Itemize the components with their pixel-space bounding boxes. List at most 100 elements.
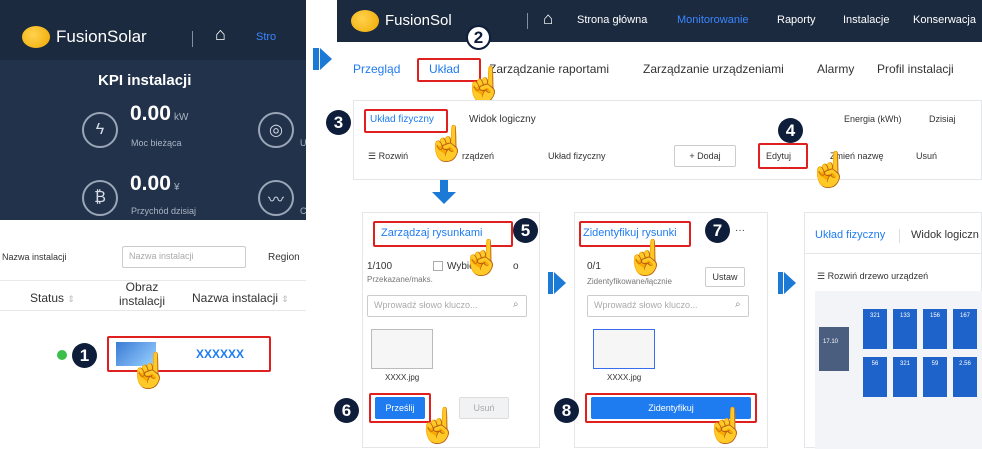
tab-layout[interactable]: Układ [429,62,460,76]
search-icon-2[interactable]: ⌕ [735,299,741,310]
set-button[interactable]: Ustaw [705,267,745,287]
delete-button[interactable]: Usuń [916,151,937,161]
table-divider-2 [0,310,306,311]
subtab-physical[interactable]: Układ fizyczny [370,114,434,125]
tab-alarms[interactable]: Alarmy [817,62,854,76]
module-value: 321 [869,313,880,319]
step-4-badge: 4 [778,118,803,143]
manage-title: Zarządzaj rysunkami [381,227,483,239]
power-label: Moc bieżąca [131,138,182,148]
home-icon-2[interactable]: ⌂ [543,9,553,29]
module-tile[interactable]: 2.56 [953,357,977,397]
layout-toolbar-panel: Układ fizyczny Widok logiczny Energia (k… [353,100,982,187]
status-dot [57,350,67,360]
identify-search-input[interactable]: Wprowadź słowo kluczo... [587,295,749,317]
result-expand-tree[interactable]: ☰ Rozwiń drzewo urządzeń [817,271,928,282]
nav-home-partial[interactable]: Stro [256,31,276,43]
expand-label: Rozwiń [378,151,409,161]
sort-icon[interactable]: ⇕ [67,294,75,304]
module-value: 56 [871,361,879,367]
brand-name: FusionSolar [56,27,147,46]
module-tile[interactable]: 59 [923,357,947,397]
power-unit: kW [173,112,189,123]
module-tile[interactable]: 156 [923,309,947,349]
side-label2-partial: C [300,206,307,216]
module-value: 59 [931,361,939,367]
hand-pointer-icon-6: ☝ [417,407,460,445]
module-value: 167 [959,313,970,319]
add-button[interactable]: + Dodaj [674,145,736,167]
identify-title: Zidentyfikuj rysunki [583,227,677,239]
target-icon: ◎ [258,112,294,148]
flow-arrow-icon-3 [784,272,796,294]
module-tile[interactable]: 167 [953,309,977,349]
flow-arrow-bar [313,48,319,70]
nav-home[interactable]: Strona główna [577,14,647,26]
plant-name-link[interactable]: XXXXXX [196,347,244,361]
power-icon: ϟ [82,112,118,148]
module-row-top: 321 133 156 167 [863,309,977,349]
module-tile[interactable]: 56 [863,357,887,397]
nav-monitoring[interactable]: Monitorowanie [677,14,749,26]
nav-maintenance[interactable]: Konserwacja [913,14,976,26]
col-image: Obraz instalacji [118,280,166,308]
down-arrow-icon [432,192,456,204]
hand-pointer-icon-4: ☝ [808,151,851,189]
top-header: FusionSol ⌂ Strona główna Monitorowanie … [337,0,982,42]
tab-overview[interactable]: Przegląd [353,62,400,76]
sort-icon-2[interactable]: ⇕ [281,294,289,304]
module-value: 321 [899,361,910,367]
tab-plant-profile[interactable]: Profil instalacji [877,62,954,76]
col-status-label: Status [30,291,65,305]
subtab-logical[interactable]: Widok logiczny [469,114,536,125]
tab-device-mgmt[interactable]: Zarządzanie urządzeniami [643,62,784,76]
hand-pointer-icon-2: ☝ [463,66,506,104]
energy-label: Energia (kWh) [844,114,902,124]
fusionsolar-logo-icon-2 [351,10,379,32]
tabs-bar: Przegląd Układ Zarządzanie raportami Zar… [337,42,982,104]
fusionsolar-logo-icon [22,26,50,48]
select-checkbox[interactable] [433,261,443,271]
col-status[interactable]: Status ⇕ [30,291,75,305]
tab-report-mgmt[interactable]: Zarządzanie raportami [489,62,609,76]
step-3-badge: 3 [326,110,351,135]
kpi-title: KPI instalacji [98,72,192,89]
identify-sub: Zidentyfikowane/łącznie [587,277,672,286]
identify-count: 0/1 [587,261,601,272]
step-7-badge: 7 [705,218,730,243]
expand-tree-button[interactable]: ☰ Rozwiń [368,151,408,162]
income-label: Przychód dzisiaj [131,206,197,216]
chart-icon: 〰 [258,180,294,216]
module-tile[interactable]: 321 [893,357,917,397]
flow-arrow-bar-3 [778,272,783,294]
identify-thumbnail[interactable] [593,329,655,369]
step-1-badge: 1 [72,343,97,368]
left-panel: FusionSolar ⌂ Stro KPI instalacji ϟ 0.00… [0,0,307,448]
col-name[interactable]: Nazwa instalacji ⇕ [192,291,289,305]
module-tile[interactable]: 133 [893,309,917,349]
result-tab-physical[interactable]: Układ fizyczny [815,229,885,241]
home-icon[interactable]: ⌂ [215,24,226,45]
nav-reports[interactable]: Raporty [777,14,816,26]
drawing-thumbnail[interactable] [371,329,433,369]
filter-input[interactable]: Nazwa instalacji [122,246,246,268]
module-value: 156 [929,313,940,319]
result-tab-logical[interactable]: Widok logiczn [911,229,979,241]
period-select[interactable]: Dzisiaj [929,114,956,124]
kpi-panel: KPI instalacji ϟ 0.00 kW Moc bieżąca ◎ U… [0,60,307,220]
manage-search-input[interactable]: Wprowadź słowo kluczo... [367,295,527,317]
search-icon[interactable]: ⌕ [513,299,519,310]
income-icon: ₿ [82,180,118,216]
col-name-label: Nazwa instalacji [192,291,279,305]
more-icon[interactable]: ··· [735,225,745,236]
layout-select[interactable]: Układ fizyczny [548,151,606,161]
income-unit: ¥ [173,182,180,193]
hand-pointer-icon-5: ☝ [461,239,504,277]
hand-pointer-icon-3: ☝ [426,125,469,163]
delete-drawing-button[interactable]: Usuń [459,397,509,419]
nav-plants[interactable]: Instalacje [843,14,889,26]
edit-button[interactable]: Edytuj [766,151,791,161]
side-device[interactable]: 17.10 [819,327,849,371]
region-label: Region [268,252,300,263]
module-tile[interactable]: 321 [863,309,887,349]
